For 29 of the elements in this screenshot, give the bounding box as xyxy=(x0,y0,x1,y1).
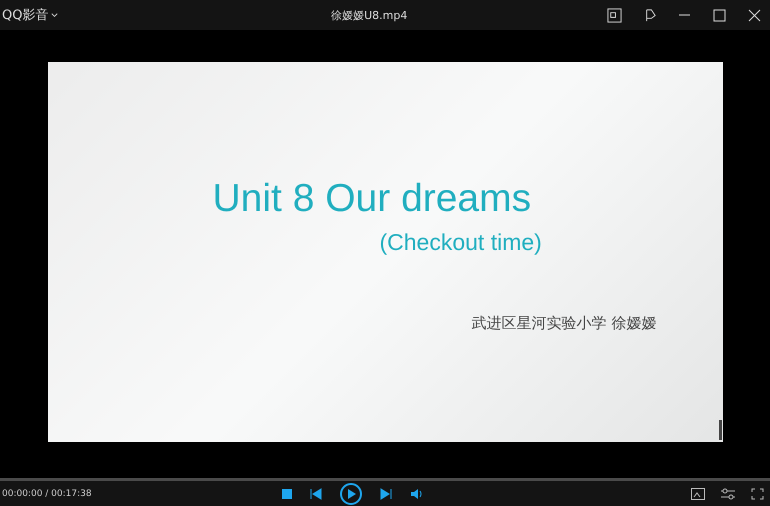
stop-button[interactable] xyxy=(282,488,292,498)
next-icon xyxy=(380,488,392,500)
fullscreen-button[interactable] xyxy=(751,488,764,500)
screenshot-button[interactable] xyxy=(691,488,705,500)
close-icon xyxy=(748,8,760,22)
volume-button[interactable] xyxy=(410,488,423,500)
settings-button[interactable] xyxy=(721,488,735,500)
app-menu-button[interactable]: QQ影音 xyxy=(2,6,60,24)
sliders-icon xyxy=(721,488,735,500)
play-icon xyxy=(340,482,362,504)
expand-icon xyxy=(751,488,764,500)
picture-frame-icon xyxy=(606,8,622,22)
slide-subtitle: (Checkout time) xyxy=(380,229,542,256)
chevron-icon xyxy=(50,10,60,20)
window-title: 徐嫒嫒U8.mp4 xyxy=(330,8,408,22)
progress-track[interactable] xyxy=(0,478,770,481)
time-display: 00:00:00 / 00:17:38 xyxy=(2,488,93,498)
stop-icon xyxy=(282,488,292,498)
minimize-icon xyxy=(678,14,690,16)
previous-button[interactable] xyxy=(310,488,322,500)
scroll-handle[interactable] xyxy=(718,420,722,440)
previous-icon xyxy=(310,488,322,500)
image-icon xyxy=(691,488,705,500)
next-button[interactable] xyxy=(380,488,392,500)
slide-author: 武进区星河实验小学 徐嫒嫒 xyxy=(472,314,656,333)
maximize-icon xyxy=(712,8,726,22)
speaker-icon xyxy=(410,488,423,500)
play-button[interactable] xyxy=(340,482,362,504)
slide-title: Unit 8 Our dreams xyxy=(212,177,532,221)
